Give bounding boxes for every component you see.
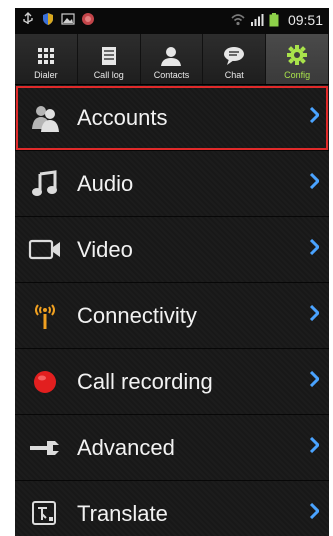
shield-icon (41, 12, 55, 26)
menu-item-label: Audio (77, 170, 134, 196)
menu-item-call-recording[interactable]: Call recording (15, 349, 329, 415)
tab-label: Config (284, 70, 311, 80)
menu-item-label: Accounts (77, 104, 168, 130)
status-right-icons: 09:51 (231, 12, 323, 28)
menu-item-accounts[interactable]: Accounts (15, 85, 329, 151)
menu-item-advanced[interactable]: Advanced (15, 415, 329, 481)
tab-call-log[interactable]: Call log (78, 34, 141, 84)
tab-label: Dialer (34, 70, 58, 80)
menu-item-translate[interactable]: Translate (15, 481, 329, 536)
tab-chat[interactable]: Chat (203, 34, 267, 84)
chevron-right-icon (309, 502, 321, 524)
gear-icon (287, 45, 308, 65)
tab-label: Chat (224, 70, 244, 80)
chevron-right-icon (309, 304, 321, 326)
record-dot-icon (27, 364, 63, 400)
usb-icon (21, 12, 35, 26)
dialpad-icon (37, 48, 54, 64)
menu-item-label: Call recording (77, 368, 213, 394)
menu-item-connectivity[interactable]: Connectivity (15, 283, 329, 349)
settings-menu: Accounts Audio Video Connectivity Call r… (15, 85, 329, 536)
chevron-right-icon (309, 238, 321, 260)
menu-item-audio[interactable]: Audio (15, 151, 329, 217)
chevron-right-icon (309, 106, 321, 128)
gallery-icon (61, 12, 75, 26)
clock: 09:51 (287, 12, 323, 28)
chevron-right-icon (309, 370, 321, 392)
accounts-icon (27, 100, 63, 136)
chevron-right-icon (309, 172, 321, 194)
menu-item-label: Translate (77, 500, 168, 526)
contacts-icon (161, 47, 182, 66)
menu-item-label: Connectivity (77, 302, 197, 328)
tab-dialer[interactable]: Dialer (15, 34, 78, 84)
phone-screen: 09:51 Dialer Call log Contacts Chat Conf… (15, 8, 329, 536)
wrench-icon (27, 430, 63, 466)
app-notification-icon (81, 12, 95, 26)
tab-config[interactable]: Config (266, 34, 329, 84)
tab-label: Contacts (153, 70, 190, 80)
tab-contacts[interactable]: Contacts (141, 34, 204, 84)
antenna-icon (27, 298, 63, 334)
video-camera-icon (27, 232, 63, 268)
battery-icon (269, 13, 283, 27)
menu-item-label: Advanced (77, 434, 175, 460)
tab-label: Call log (93, 70, 124, 80)
menu-item-label: Video (77, 236, 133, 262)
status-bar: 09:51 (15, 8, 329, 34)
menu-item-video[interactable]: Video (15, 217, 329, 283)
tab-bar: Dialer Call log Contacts Chat Config (15, 34, 329, 85)
status-left-icons (21, 12, 95, 26)
music-note-icon (27, 166, 63, 202)
wifi-icon (231, 13, 245, 27)
chevron-right-icon (309, 436, 321, 458)
signal-icon (250, 13, 264, 27)
translate-icon (27, 496, 63, 532)
call-log-icon (101, 47, 116, 65)
chat-icon (224, 47, 245, 65)
